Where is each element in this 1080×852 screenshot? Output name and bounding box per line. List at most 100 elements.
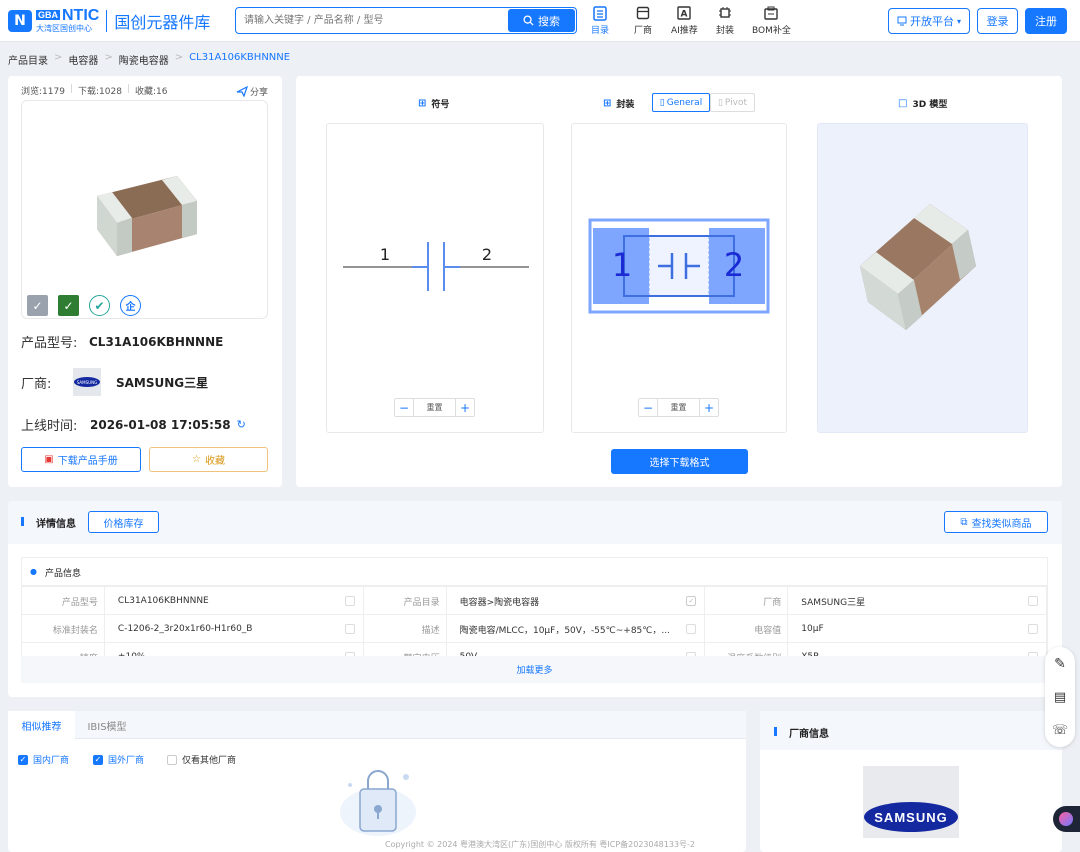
find-similar-button[interactable]: ⧉ 查找类似商品 [944, 511, 1048, 533]
nav-bom[interactable]: BOM补全 [752, 5, 791, 36]
tab-ibis[interactable]: IBIS模型 [78, 711, 136, 739]
checkbox-empty-icon[interactable] [1028, 596, 1039, 606]
nav-footprint[interactable]: 封装 [716, 5, 734, 36]
zoom-reset-button[interactable]: 重置 [657, 399, 700, 416]
online-time-value: 2026-01-08 17:05:58 [90, 417, 231, 432]
symbol-title-label: 符号 [431, 100, 450, 110]
top-header: N GBANTIC 大湾区国创中心 国创元器件库 搜索 目录 厂商 A AI推荐… [0, 0, 1080, 42]
zoom-out-button[interactable]: − [639, 399, 657, 416]
footprint-tab-general[interactable]: ▯ General [652, 93, 710, 112]
nav-catalog[interactable]: 目录 [591, 5, 609, 36]
share-button[interactable]: 分享 [236, 85, 268, 98]
vendor-info-marker [774, 727, 777, 736]
login-button[interactable]: 登录 [977, 8, 1018, 34]
cube-icon: □ [898, 98, 908, 109]
checkbox-checked-icon[interactable]: ✓ [686, 596, 697, 606]
capacitor-symbol-icon: 1 2 [343, 242, 529, 291]
open-platform-button[interactable]: 开放平台 ▾ [888, 8, 970, 34]
filter-domestic-label: 国内厂商 [33, 756, 70, 766]
logo-n-icon: N [8, 9, 32, 32]
favorites-count: 收藏:16 [134, 87, 168, 97]
tab-similar[interactable]: 相似推荐 [8, 711, 75, 740]
chip-icon [717, 5, 733, 21]
table-row: 精度±10%额定电压50V温度系数级别X5R [22, 642, 1047, 656]
breadcrumb: 产品目录 > 电容器 > 陶瓷电容器 > CL31A106KBHNNNE [8, 52, 290, 67]
vendor-logo[interactable]: SAMSUNG [73, 368, 101, 396]
bullet-icon: ● [30, 567, 37, 576]
table-cell-text: SAMSUNG三星 [801, 597, 866, 608]
logo-subtitle: 大湾区国创中心 [36, 24, 92, 33]
table-cell-value: SAMSUNG三星 [787, 587, 1047, 615]
register-button[interactable]: 注册 [1025, 8, 1067, 34]
model3d-title-label: 3D 模型 [912, 100, 948, 110]
checkbox-checked-icon: ✓ [93, 754, 103, 765]
refresh-icon[interactable]: ↻ [237, 418, 246, 431]
zoom-in-button[interactable]: + [700, 399, 718, 416]
footprint-pin-2: 2 [724, 246, 744, 284]
breadcrumb-item[interactable]: 电容器 [68, 52, 98, 67]
table-cell-value: C-1206-2_3r20x1r60-H1r60_B [103, 615, 364, 643]
breadcrumb-separator: > [174, 52, 184, 63]
checkbox-empty-icon[interactable] [1028, 624, 1039, 634]
table-cell-text: C-1206-2_3r20x1r60-H1r60_B [117, 624, 253, 634]
symbol-panel[interactable]: 1 2 [326, 123, 544, 433]
filter-foreign[interactable]: ✓ 国外厂商 [93, 753, 144, 766]
load-more-button[interactable]: 加载更多 [21, 656, 1048, 683]
footprint-panel[interactable]: 1 2 [571, 123, 787, 433]
enterprise-badge-icon: 企 [120, 295, 141, 316]
footprint-title: ⊞ 封装 [603, 97, 634, 110]
site-title: 国创元器件库 [114, 12, 211, 32]
footprint-tab-pivot[interactable]: ▯ Pivot [710, 93, 755, 112]
breadcrumb-item[interactable]: 产品目录 [8, 52, 48, 67]
edit-icon[interactable]: ✎ [1054, 656, 1066, 672]
download-manual-button[interactable]: ▣ 下载产品手册 [21, 447, 141, 472]
find-similar-label: 查找类似商品 [971, 518, 1032, 530]
platform-icon [897, 16, 907, 26]
footprint-zoom-control: − 重置 + [638, 398, 719, 417]
zoom-out-button[interactable]: − [395, 399, 413, 416]
table-cell-label: 额定电压 [364, 643, 446, 657]
site-logo[interactable]: N GBA NTIC 大湾区国创中心 国创元器件库 [8, 8, 210, 33]
zoom-in-button[interactable]: + [456, 399, 474, 416]
samsung-logo-text: SAMSUNG [864, 802, 958, 832]
nav-bom-label: BOM补全 [752, 26, 791, 36]
assistant-bubble[interactable] [1053, 806, 1080, 832]
symbol-zoom-control: − 重置 + [394, 398, 475, 417]
search-icon [523, 15, 534, 26]
table-cell-value: 50V [445, 643, 706, 656]
nav-ai[interactable]: A AI推荐 [671, 5, 698, 36]
chevron-down-icon: ▾ [956, 16, 961, 26]
store-icon [635, 5, 651, 21]
headset-icon[interactable]: ☏ [1052, 723, 1068, 738]
nav-vendors[interactable]: 厂商 [634, 5, 652, 36]
price-stock-tab[interactable]: 价格库存 [88, 511, 159, 533]
footprint-drawing-icon: 1 2 [588, 218, 770, 314]
search-button[interactable]: 搜索 [508, 9, 575, 32]
filter-other-only[interactable]: 仅看其他厂商 [167, 753, 236, 766]
table-row: 产品型号 CL31A106KBHNNNE 产品目录 电容器>陶瓷电容器 ✓ 厂商 SAMSU… [22, 586, 1047, 615]
checkbox-empty-icon[interactable] [686, 624, 697, 634]
table-cell-value: CL31A106KBHNNNE [103, 587, 364, 615]
samsung-logo[interactable]: SAMSUNG [863, 766, 959, 838]
breadcrumb-item[interactable]: 陶瓷电容器 [119, 52, 169, 67]
zoom-reset-button[interactable]: 重置 [413, 399, 456, 416]
checkbox-empty-icon[interactable] [344, 596, 355, 606]
table-cell-label: 产品型号 [61, 597, 98, 608]
footprint-tab-pivot-label: Pivot [724, 97, 748, 108]
table-cell-label: 产品目录 [403, 597, 440, 608]
checkbox-empty-icon[interactable] [344, 624, 355, 634]
table-cell-text: 陶瓷电容/MLCC，10μF，50V，-55℃~+85℃，... [459, 625, 670, 636]
details-header-bg [8, 501, 1062, 544]
copy-icon: ⧉ [960, 516, 968, 528]
select-download-format-button[interactable]: 选择下载格式 [611, 449, 748, 474]
favorite-button[interactable]: ☆ 收藏 [149, 447, 268, 472]
model3d-panel[interactable] [817, 123, 1028, 433]
certification-badges: ✓ ✓ ✔ 企 [27, 295, 141, 316]
vendor-value[interactable]: SAMSUNG三星 [116, 374, 208, 391]
book-icon[interactable]: ▤ [1054, 690, 1066, 705]
nav-vendors-label: 厂商 [634, 26, 653, 36]
search-input[interactable] [236, 8, 508, 33]
filter-domestic[interactable]: ✓ 国内厂商 [18, 753, 69, 766]
symbol-pin-2: 2 [482, 245, 492, 264]
product-image [21, 100, 268, 319]
